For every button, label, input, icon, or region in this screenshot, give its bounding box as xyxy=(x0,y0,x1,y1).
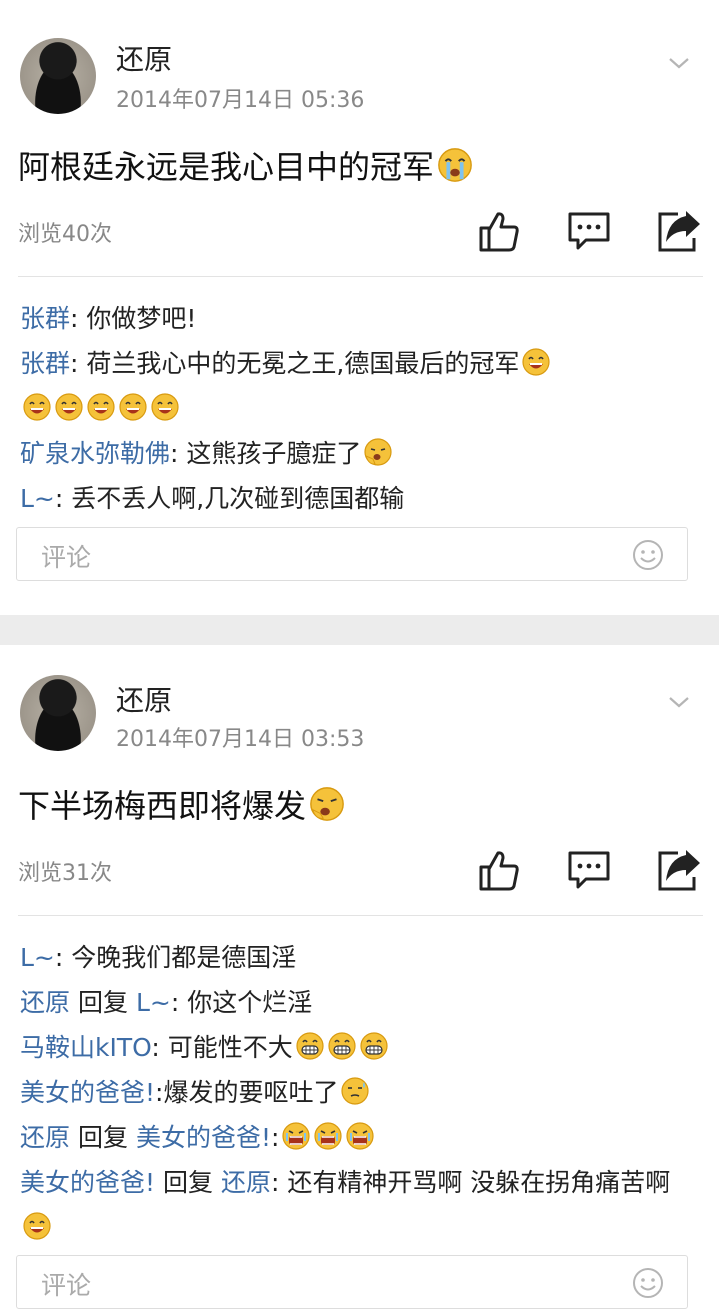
comment-text: : 这熊孩子臆症了 xyxy=(170,439,362,468)
comment-text: : 今晚我们都是德国淫 xyxy=(54,943,297,972)
grin-emoji-icon xyxy=(116,393,148,423)
comment-username[interactable]: 还原 xyxy=(20,988,70,1017)
comment-input[interactable]: 评论 xyxy=(16,1255,688,1309)
post-text: 阿根廷永远是我心目中的冠军 xyxy=(18,148,435,186)
post-text: 下半场梅西即将爆发 xyxy=(18,787,307,825)
post-timestamp: 2014年07月14日 03:53 xyxy=(116,727,365,752)
post-timestamp: 2014年07月14日 05:36 xyxy=(116,88,365,113)
comment-text: : 可能性不大 xyxy=(151,1033,293,1062)
post-content: 下半场梅西即将爆发 xyxy=(18,781,346,827)
avatar[interactable] xyxy=(20,38,96,114)
post-content: 阿根廷永远是我心目中的冠军 xyxy=(18,142,474,188)
comment-text: : 还有精神开骂啊 没躲在拐角痛苦啊 xyxy=(270,1168,671,1197)
comment-item: 张群: 你做梦吧! xyxy=(20,296,700,341)
comment-placeholder: 评论 xyxy=(41,543,92,572)
reply-to-username[interactable]: 还原 xyxy=(221,1168,271,1197)
comment-input[interactable]: 评论 xyxy=(16,527,688,581)
comment-username[interactable]: 张群 xyxy=(20,349,70,378)
crying-emoji-icon xyxy=(438,148,472,182)
thumbs-up-icon[interactable] xyxy=(476,208,522,254)
view-count: 浏览31次 xyxy=(18,861,112,886)
grin-emoji-icon xyxy=(52,393,84,423)
comment-item: L~: 今晚我们都是德国淫 xyxy=(20,935,700,980)
comment-text: : 荷兰我心中的无冕之王,德国最后的冠军 xyxy=(70,349,520,378)
yawn-emoji-icon xyxy=(361,438,393,468)
comment-username[interactable]: 美女的爸爸! xyxy=(20,1168,155,1197)
angry-emoji-icon xyxy=(279,1122,311,1152)
comment-username[interactable]: L~ xyxy=(20,943,55,972)
grin-emoji-icon xyxy=(84,393,116,423)
teeth-emoji-icon xyxy=(357,1032,389,1062)
grin-emoji-icon xyxy=(519,348,551,378)
comment-icon[interactable] xyxy=(566,847,612,893)
divider xyxy=(18,915,703,916)
reply-to-username[interactable]: L~ xyxy=(136,988,171,1017)
reply-label: 回复 xyxy=(77,1123,128,1152)
comment-username[interactable]: 马鞍山kITO xyxy=(20,1033,151,1062)
angry-emoji-icon xyxy=(311,1122,343,1152)
grin-emoji-icon xyxy=(148,393,180,423)
comment-text: :爆发的要呕吐了 xyxy=(155,1078,339,1107)
post-separator xyxy=(0,615,719,645)
reply-label: 回复 xyxy=(162,1168,213,1197)
view-count: 浏览40次 xyxy=(18,222,112,247)
author-name[interactable]: 还原 xyxy=(116,679,172,719)
sweat-emoji-icon xyxy=(338,1077,370,1107)
comment-item: 还原 回复 L~: 你这个烂淫 xyxy=(20,980,700,1025)
comment-item: 马鞍山kITO: 可能性不大 xyxy=(20,1025,700,1070)
sleepy-emoji-icon xyxy=(310,787,344,821)
reply-label: 回复 xyxy=(77,988,128,1017)
comment-icon[interactable] xyxy=(566,208,612,254)
smiley-icon[interactable] xyxy=(631,1266,665,1300)
comment-item: 美女的爸爸!:爆发的要呕吐了 xyxy=(20,1070,700,1115)
comment-item: 美女的爸爸! 回复 还原: 还有精神开骂啊 没躲在拐角痛苦啊 xyxy=(20,1160,700,1250)
thumbs-up-icon[interactable] xyxy=(476,847,522,893)
divider xyxy=(18,276,703,277)
grin-emoji-icon xyxy=(20,393,52,423)
comment-text: : 你做梦吧! xyxy=(70,304,197,333)
teeth-emoji-icon xyxy=(325,1032,357,1062)
comment-text: : 丢不丢人啊,几次碰到德国都输 xyxy=(54,484,405,513)
avatar[interactable] xyxy=(20,675,96,751)
comment-username[interactable]: L~ xyxy=(20,484,55,513)
comment-list: L~: 今晚我们都是德国淫 还原 回复 L~: 你这个烂淫 马鞍山kITO: 可… xyxy=(20,935,700,1250)
author-name[interactable]: 还原 xyxy=(116,38,172,78)
post-card: 还原 2014年07月14日 05:36 阿根廷永远是我心目中的冠军 浏览40次… xyxy=(0,0,719,615)
chevron-down-icon[interactable] xyxy=(668,691,690,713)
teeth-emoji-icon xyxy=(293,1032,325,1062)
chevron-down-icon[interactable] xyxy=(668,52,690,74)
comment-placeholder: 评论 xyxy=(41,1271,92,1300)
comment-item: L~: 丢不丢人啊,几次碰到德国都输 xyxy=(20,476,700,521)
comment-item: 张群: 荷兰我心中的无冕之王,德国最后的冠军 xyxy=(20,341,700,431)
post-card: 还原 2014年07月14日 03:53 下半场梅西即将爆发 浏览31次 L~:… xyxy=(0,645,719,1312)
comment-item: 矿泉水弥勒佛: 这熊孩子臆症了 xyxy=(20,431,700,476)
smiley-icon[interactable] xyxy=(631,538,665,572)
comment-item: 还原 回复 美女的爸爸!: xyxy=(20,1115,700,1160)
comment-text: : 你这个烂淫 xyxy=(170,988,313,1017)
reply-to-username[interactable]: 美女的爸爸! xyxy=(136,1123,271,1152)
share-icon[interactable] xyxy=(656,208,702,254)
comment-list: 张群: 你做梦吧! 张群: 荷兰我心中的无冕之王,德国最后的冠军 矿泉水弥勒佛:… xyxy=(20,296,700,521)
angry-emoji-icon xyxy=(343,1122,375,1152)
comment-username[interactable]: 矿泉水弥勒佛 xyxy=(20,439,170,468)
share-icon[interactable] xyxy=(656,847,702,893)
comment-username[interactable]: 还原 xyxy=(20,1123,70,1152)
grin-emoji-icon xyxy=(20,1212,52,1242)
comment-username[interactable]: 美女的爸爸! xyxy=(20,1078,155,1107)
comment-username[interactable]: 张群 xyxy=(20,304,70,333)
